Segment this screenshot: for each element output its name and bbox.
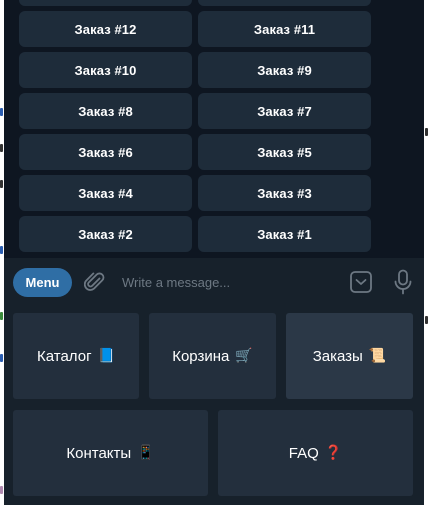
message-input[interactable]: [122, 267, 349, 297]
inline-button-order-9[interactable]: Заказ #9: [198, 52, 371, 88]
blue-book-icon: 📘: [97, 348, 115, 364]
inline-keyboard-row: Заказ #12 Заказ #11: [19, 11, 371, 47]
background-text-fragment: [0, 108, 3, 116]
contacts-label: Контакты: [66, 444, 132, 462]
inline-button-order[interactable]: [198, 0, 371, 6]
inline-keyboard-row: Заказ #10 Заказ #9: [19, 52, 371, 88]
screenshot-stage: Заказ #12 Заказ #11 Заказ #10 Заказ #9 З…: [0, 0, 428, 505]
cart-button[interactable]: Корзина 🛒: [149, 313, 276, 399]
background-text-fragment: [0, 486, 3, 494]
microphone-icon[interactable]: [393, 269, 413, 295]
background-text-fragment: [0, 312, 3, 320]
inline-button-order-1[interactable]: Заказ #1: [198, 216, 371, 252]
orders-button[interactable]: Заказы 📜: [286, 313, 413, 399]
message-compose-bar: Menu: [4, 258, 424, 306]
inline-button-order-7[interactable]: Заказ #7: [198, 93, 371, 129]
chat-messages-area[interactable]: Заказ #12 Заказ #11 Заказ #10 Заказ #9 З…: [4, 0, 424, 258]
paperclip-icon[interactable]: [84, 270, 106, 294]
inline-button-order-3[interactable]: Заказ #3: [198, 175, 371, 211]
telegram-chat-window: Заказ #12 Заказ #11 Заказ #10 Заказ #9 З…: [4, 0, 424, 505]
inline-keyboard-row: [19, 0, 371, 6]
inline-button-order-8[interactable]: Заказ #8: [19, 93, 192, 129]
inline-button-order-4[interactable]: Заказ #4: [19, 175, 192, 211]
cart-label: Корзина: [172, 347, 230, 365]
inline-button-order-11[interactable]: Заказ #11: [198, 11, 371, 47]
keyboard-toggle-icon[interactable]: [349, 270, 373, 294]
background-text-fragment: [0, 246, 3, 254]
inline-button-order-12[interactable]: Заказ #12: [19, 11, 192, 47]
question-mark-icon: ❓: [324, 445, 343, 461]
inline-button-order-10[interactable]: Заказ #10: [19, 52, 192, 88]
shopping-cart-icon: 🛒: [235, 348, 253, 364]
inline-keyboard-row: Заказ #8 Заказ #7: [19, 93, 371, 129]
contacts-button[interactable]: Контакты 📱: [13, 410, 208, 496]
scroll-icon: 📜: [368, 348, 387, 364]
catalog-label: Каталог: [37, 347, 92, 365]
inline-keyboard-row: Заказ #6 Заказ #5: [19, 134, 371, 170]
mobile-phone-icon: 📱: [137, 445, 155, 461]
bot-menu-button[interactable]: Menu: [13, 267, 72, 297]
inline-button-order-5[interactable]: Заказ #5: [198, 134, 371, 170]
background-text-fragment: [0, 180, 3, 188]
orders-label: Заказы: [312, 347, 363, 365]
background-text-fragment: [0, 354, 3, 362]
faq-button[interactable]: FAQ ❓: [218, 410, 413, 496]
inline-button-order-6[interactable]: Заказ #6: [19, 134, 192, 170]
inline-button-order-2[interactable]: Заказ #2: [19, 216, 192, 252]
inline-keyboard: Заказ #12 Заказ #11 Заказ #10 Заказ #9 З…: [19, 0, 371, 257]
background-text-fragment: [0, 144, 3, 152]
catalog-button[interactable]: Каталог 📘: [13, 313, 139, 399]
faq-label: FAQ: [288, 444, 319, 462]
inline-keyboard-row: Заказ #4 Заказ #3: [19, 175, 371, 211]
reply-keyboard: Каталог 📘 Корзина 🛒 Заказы 📜 Контакты 📱 …: [4, 306, 424, 505]
inline-keyboard-row: Заказ #2 Заказ #1: [19, 216, 371, 252]
background-page-right-edge: [424, 0, 428, 505]
inline-button-order[interactable]: [19, 0, 192, 6]
